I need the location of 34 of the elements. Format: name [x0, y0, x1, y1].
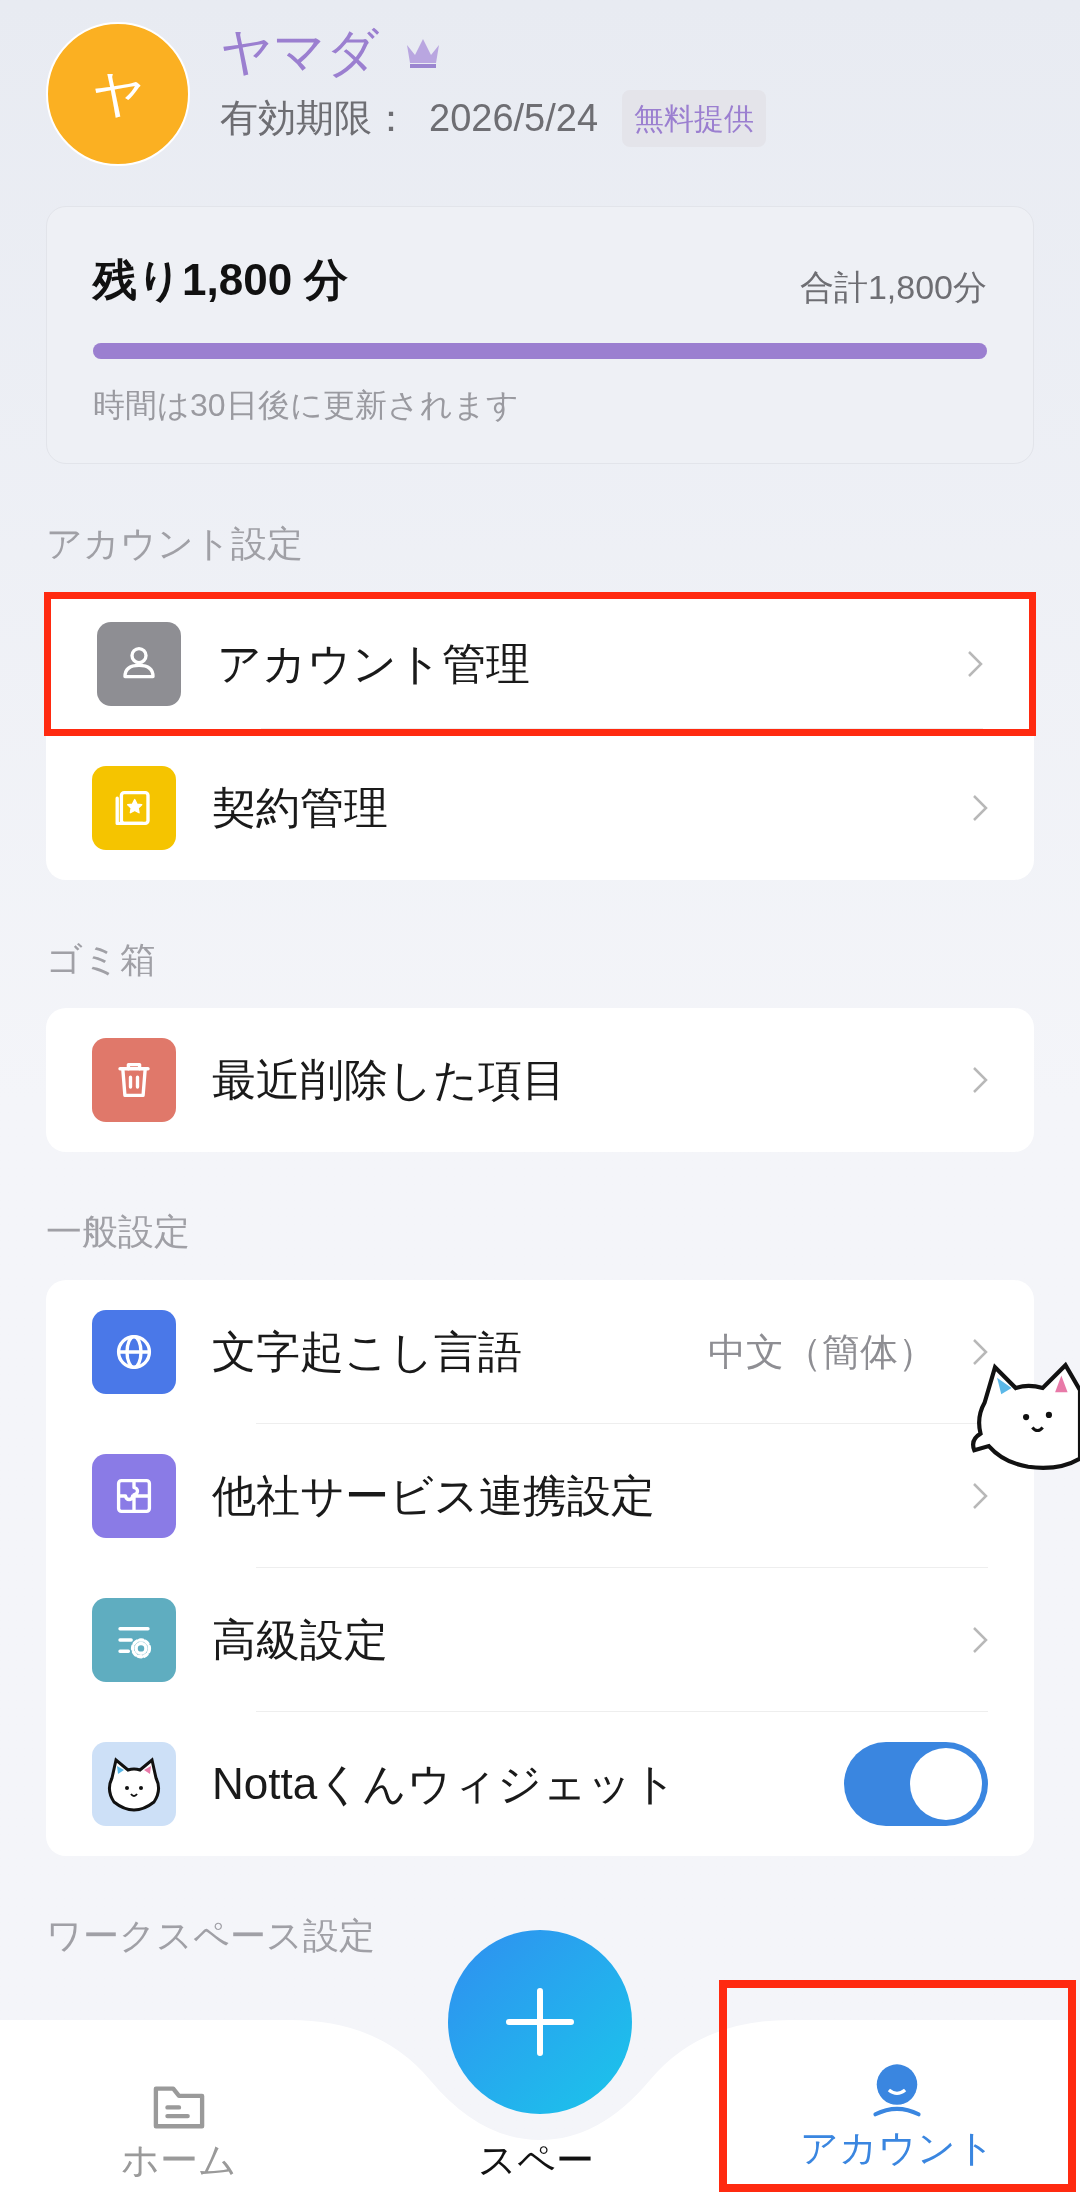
- settings-row[interactable]: 文字起こし言語 中文（簡体）: [46, 1280, 1034, 1424]
- section-title: アカウント設定: [46, 522, 304, 566]
- user-name: ヤマダ: [220, 26, 379, 78]
- chevron-icon: [972, 1626, 988, 1654]
- nav-tab[interactable]: スペー: [477, 2138, 594, 2182]
- plan-badge: 無料提供: [622, 90, 767, 147]
- remaining-minutes: 残り1,800 分: [93, 254, 349, 306]
- settings-row[interactable]: 他社サービス連携設定: [46, 1424, 1034, 1568]
- chevron-icon: [972, 794, 988, 822]
- row-label: 契約管理: [212, 782, 388, 834]
- total-minutes: 合計1,800分: [799, 267, 987, 308]
- renewal-note: 時間は30日後に更新されます: [93, 386, 520, 425]
- row-label: 高級設定: [212, 1614, 388, 1666]
- settings-row[interactable]: 契約管理: [46, 736, 1034, 880]
- chevron-icon: [972, 1338, 988, 1366]
- chevron-icon: [972, 1066, 988, 1094]
- section-title: ゴミ箱: [46, 938, 157, 982]
- expiry-text: 有効期限： 2026/5/24: [220, 96, 599, 141]
- row-label: 文字起こし言語: [212, 1326, 522, 1378]
- settings-row[interactable]: 高級設定: [46, 1568, 1034, 1712]
- plus-icon: [505, 1987, 575, 2057]
- row-label: Nottaくんウィジェット: [212, 1758, 678, 1810]
- settings-row[interactable]: Nottaくんウィジェット: [46, 1712, 1034, 1856]
- nav-tab[interactable]: アカウント: [718, 1980, 1076, 2192]
- section-title: ワークスペース設定: [46, 1914, 376, 1958]
- row-label: 最近削除した項目: [212, 1054, 566, 1106]
- row-value: 中文（簡体）: [708, 1329, 936, 1375]
- section-title: 一般設定: [46, 1210, 191, 1254]
- row-label: アカウント管理: [217, 638, 530, 690]
- chevron-icon: [972, 1482, 988, 1510]
- chevron-icon: [967, 650, 983, 678]
- settings-row[interactable]: アカウント管理: [44, 592, 1036, 736]
- settings-row[interactable]: 最近削除した項目: [46, 1008, 1034, 1152]
- row-label: 他社サービス連携設定: [212, 1470, 655, 1522]
